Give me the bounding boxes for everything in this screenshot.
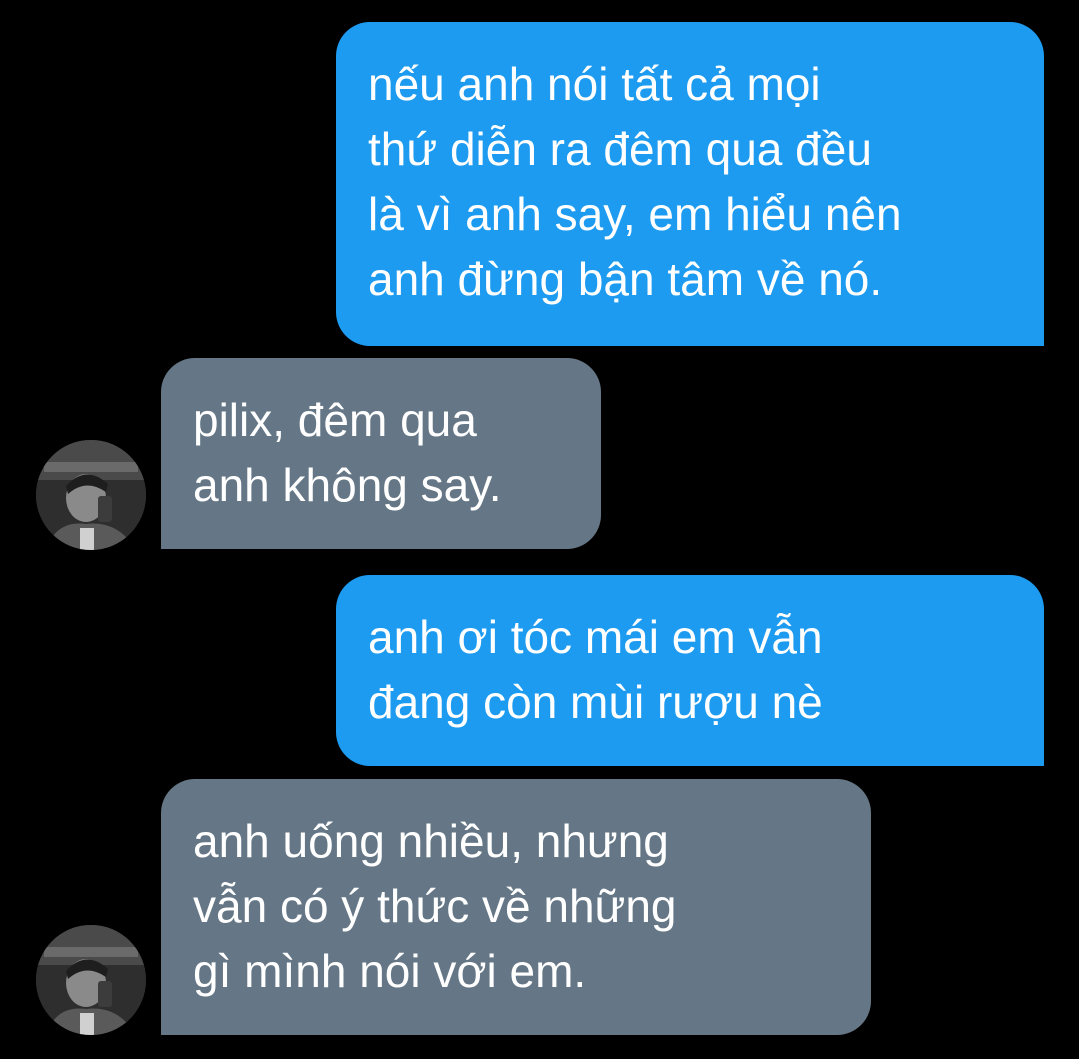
- profile-photo-icon: [36, 925, 146, 1035]
- received-message-bubble[interactable]: pilix, đêm qua anh không say.: [161, 358, 601, 549]
- avatar[interactable]: [36, 925, 146, 1035]
- profile-photo-icon: [36, 440, 146, 550]
- sent-message-bubble[interactable]: nếu anh nói tất cả mọi thứ diễn ra đêm q…: [336, 22, 1044, 346]
- received-message-bubble[interactable]: anh uống nhiều, nhưng vẫn có ý thức về n…: [161, 779, 871, 1035]
- avatar[interactable]: [36, 440, 146, 550]
- sent-message-bubble[interactable]: anh ơi tóc mái em vẫn đang còn mùi rượu …: [336, 575, 1044, 766]
